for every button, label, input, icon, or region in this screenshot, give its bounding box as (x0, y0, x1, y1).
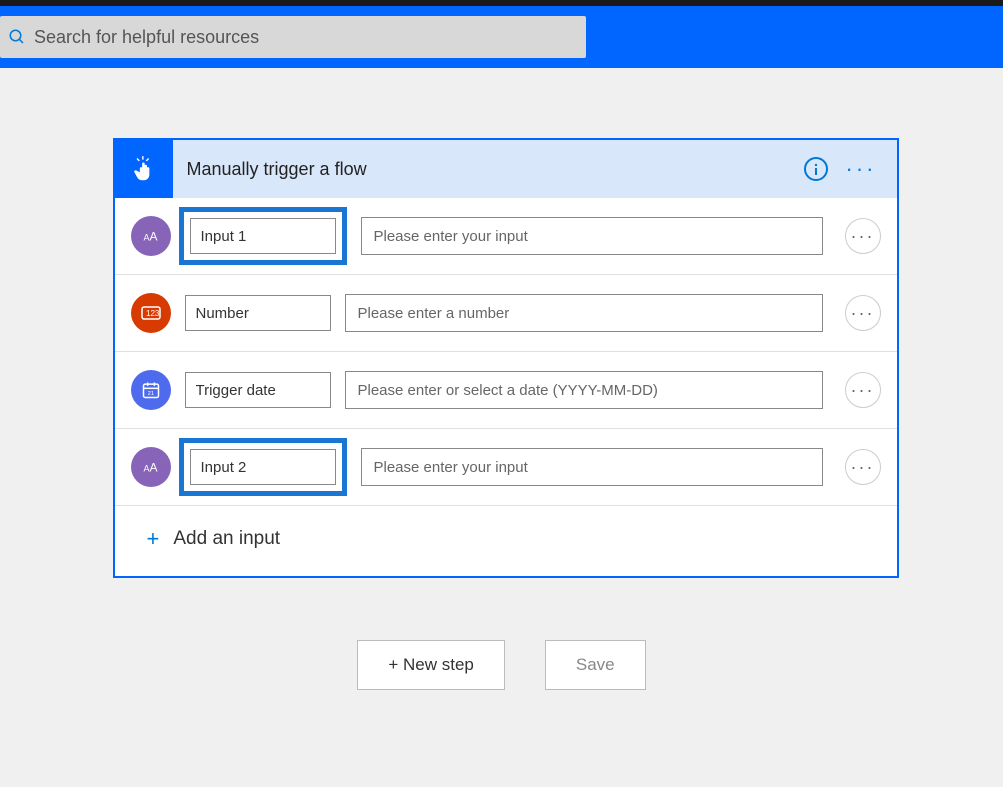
flow-canvas: Manually trigger a flow ··· AA ··· 123 (0, 68, 1003, 690)
plus-icon: + (147, 526, 160, 552)
row-more-icon[interactable]: ··· (845, 372, 881, 408)
info-icon[interactable] (804, 157, 828, 181)
svg-text:A: A (149, 461, 157, 475)
input-name-field[interactable] (190, 218, 336, 254)
save-button[interactable]: Save (545, 640, 646, 690)
svg-text:123: 123 (146, 309, 160, 318)
input-row: AA ··· (115, 429, 897, 506)
input-description-field[interactable] (361, 448, 823, 486)
card-title: Manually trigger a flow (187, 159, 804, 180)
highlight-frame (179, 207, 347, 265)
trigger-icon (115, 140, 173, 198)
svg-text:A: A (149, 230, 157, 244)
input-name-field[interactable] (190, 449, 336, 485)
number-type-icon: 123 (131, 293, 171, 333)
input-description-field[interactable] (361, 217, 823, 255)
input-row: 123 ··· (115, 275, 897, 352)
svg-text:A: A (143, 233, 149, 243)
svg-text:21: 21 (147, 391, 153, 397)
trigger-card: Manually trigger a flow ··· AA ··· 123 (113, 138, 899, 578)
top-header-bar (0, 6, 1003, 68)
search-box[interactable] (0, 16, 586, 58)
card-header[interactable]: Manually trigger a flow ··· (115, 140, 897, 198)
input-name-field[interactable] (185, 372, 331, 408)
row-more-icon[interactable]: ··· (845, 295, 881, 331)
row-more-icon[interactable]: ··· (845, 449, 881, 485)
text-type-icon: AA (131, 216, 171, 256)
highlight-frame (179, 438, 347, 496)
add-input-button[interactable]: + Add an input (115, 506, 897, 576)
text-type-icon: AA (131, 447, 171, 487)
row-more-icon[interactable]: ··· (845, 218, 881, 254)
input-description-field[interactable] (345, 371, 823, 409)
date-type-icon: 21 (131, 370, 171, 410)
input-row: AA ··· (115, 198, 897, 275)
input-row: 21 ··· (115, 352, 897, 429)
search-input[interactable] (34, 27, 578, 48)
input-description-field[interactable] (345, 294, 823, 332)
new-step-button[interactable]: + New step (357, 640, 505, 690)
bottom-actions: + New step Save (357, 640, 645, 690)
search-icon (8, 28, 26, 46)
input-name-field[interactable] (185, 295, 331, 331)
svg-text:A: A (143, 464, 149, 474)
add-input-label: Add an input (173, 528, 280, 550)
card-more-icon[interactable]: ··· (846, 156, 881, 182)
